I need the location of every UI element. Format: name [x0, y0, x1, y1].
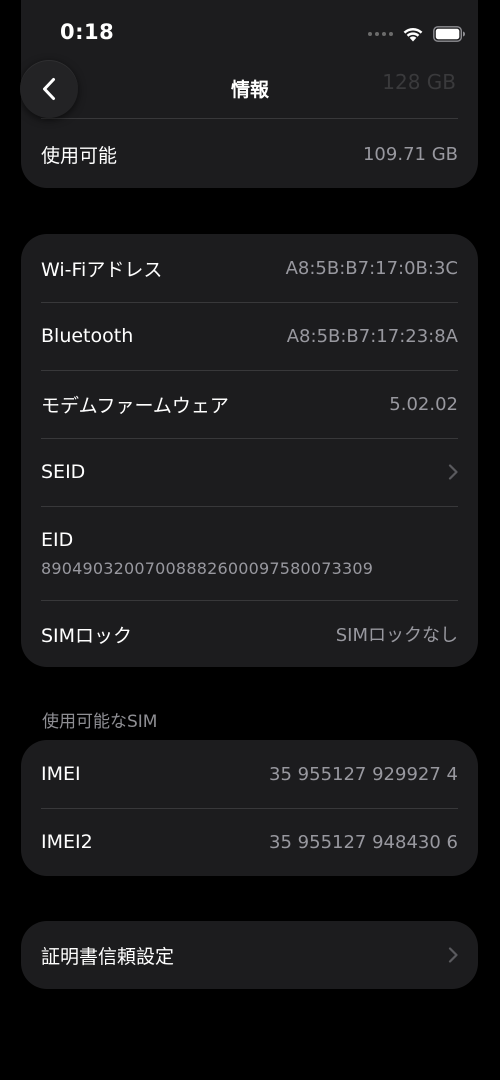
- wifi-address-label: Wi-Fiアドレス: [41, 258, 163, 281]
- available-storage-value: 109.71 GB: [362, 143, 458, 165]
- battery-icon: [433, 26, 465, 42]
- seid-label: SEID: [41, 461, 86, 483]
- modem-firmware-label: モデムファームウェア: [41, 394, 229, 417]
- page-title: 情報: [230, 79, 269, 101]
- available-storage-row: 使用可能 109.71 GB: [41, 120, 458, 188]
- status-icons: [368, 24, 466, 44]
- wifi-address-row: Wi-Fiアドレス A8:5B:B7:17:0B:3C: [41, 234, 458, 302]
- imei-row: IMEI 35 955127 929927 4: [41, 740, 458, 808]
- certificate-trust-settings-label: 証明書信頼設定: [41, 945, 175, 968]
- available-sim-section-header: 使用可能なSIM: [42, 712, 158, 732]
- imei-value: 35 955127 929927 4: [269, 763, 458, 785]
- certificate-trust-settings-row[interactable]: 証明書信頼設定: [41, 921, 458, 989]
- status-bar: 0:18: [0, 0, 500, 64]
- eid-row: EID 89049032007008882600097580073309: [41, 506, 458, 600]
- eid-label: EID: [41, 528, 74, 551]
- modem-firmware-value: 5.02.02: [389, 393, 458, 415]
- imei2-label: IMEI2: [41, 831, 93, 853]
- network-info-card: Wi-Fiアドレス A8:5B:B7:17:0B:3C Bluetooth A8…: [21, 234, 478, 667]
- bluetooth-label: Bluetooth: [41, 325, 134, 347]
- modem-firmware-row: モデムファームウェア 5.02.02: [41, 370, 458, 438]
- available-storage-label: 使用可能: [41, 144, 118, 167]
- bluetooth-row: Bluetooth A8:5B:B7:17:23:8A: [41, 302, 458, 370]
- wifi-icon: [403, 27, 423, 42]
- imei-label: IMEI: [41, 763, 81, 785]
- certificate-trust-card: 証明書信頼設定: [21, 921, 478, 989]
- status-time: 0:18: [60, 20, 115, 44]
- sim-lock-row: SIMロック SIMロックなし: [41, 600, 458, 668]
- signal-dots-icon: [368, 32, 393, 36]
- seid-row[interactable]: SEID: [41, 438, 458, 506]
- imei2-row: IMEI2 35 955127 948430 6: [41, 808, 458, 876]
- chevron-right-icon: [448, 464, 458, 480]
- bluetooth-value: A8:5B:B7:17:23:8A: [286, 325, 458, 347]
- wifi-address-value: A8:5B:B7:17:0B:3C: [285, 257, 458, 279]
- sim-lock-label: SIMロック: [41, 624, 133, 647]
- eid-value: 89049032007008882600097580073309: [41, 558, 374, 578]
- chevron-right-icon: [448, 947, 458, 963]
- imei2-value: 35 955127 948430 6: [269, 831, 458, 853]
- navigation-bar: 情報: [0, 58, 500, 120]
- sim-lock-value: SIMロックなし: [335, 625, 458, 646]
- imei-card: IMEI 35 955127 929927 4 IMEI2 35 955127 …: [21, 740, 478, 876]
